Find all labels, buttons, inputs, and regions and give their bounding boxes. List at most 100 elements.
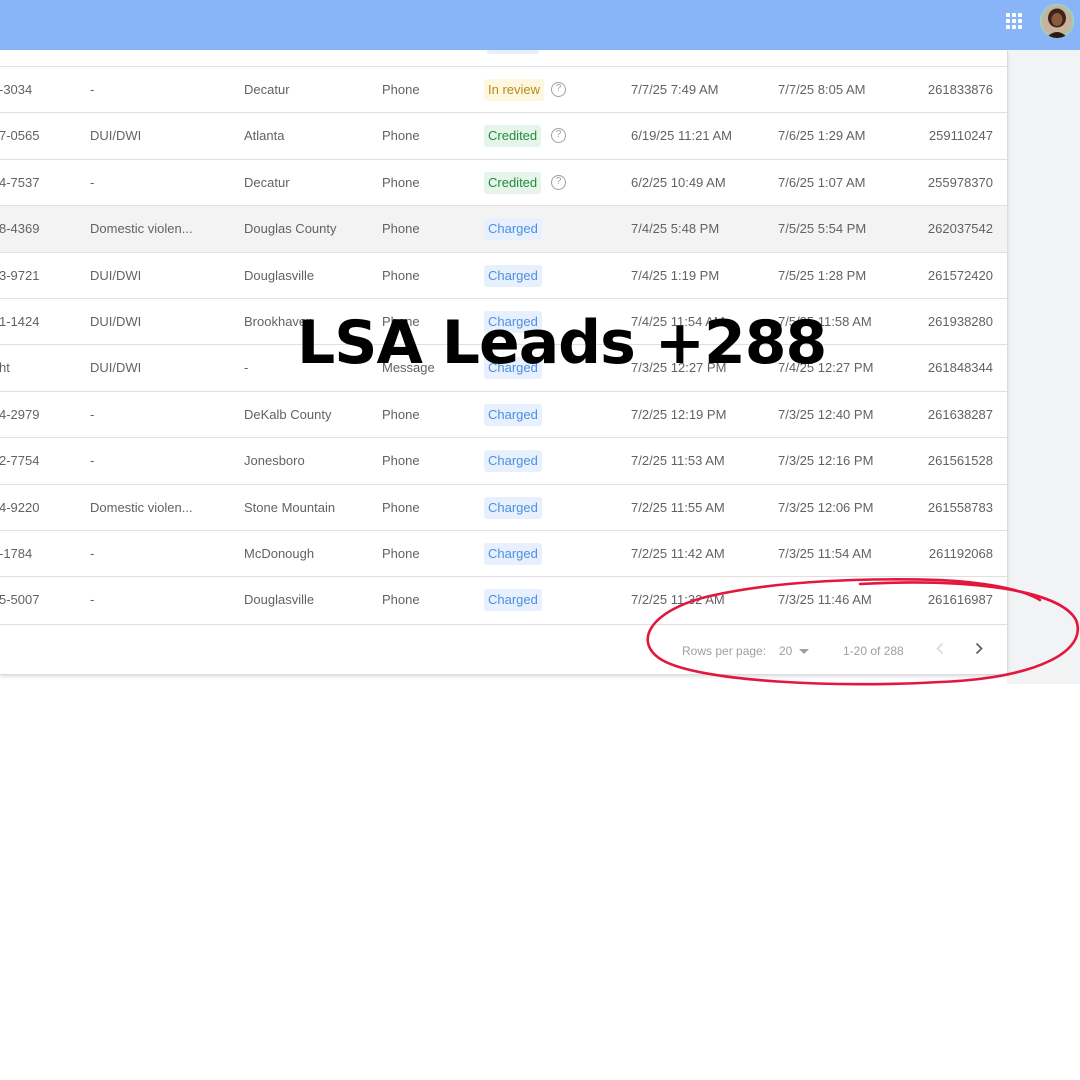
status-cell: In review xyxy=(484,67,545,113)
table-row[interactable]: 4-2979 - DeKalb County Phone Charged 7/2/25 1… xyxy=(0,390,1007,438)
lead-id: 262037542 xyxy=(927,221,993,237)
rows-per-page-label: Rows per page: xyxy=(682,644,767,658)
lead-id: 261833876 xyxy=(927,82,993,97)
lead-phone: 1-1424 xyxy=(0,313,40,329)
lead-phone: 2-7754 xyxy=(0,453,40,469)
table-row[interactable]: 7-0565 DUI/DWI Atlanta Phone Credited? 6/19/2… xyxy=(0,112,1007,158)
lead-contact-type: Phone xyxy=(382,406,420,422)
status-cell: Charged xyxy=(484,206,542,252)
lead-updated-time: 7/6/25 1:29 AM xyxy=(778,128,866,144)
status-badge: Charged xyxy=(484,403,542,426)
lead-updated-time: 7/3/25 11:46 AM xyxy=(778,592,872,608)
status-badge: Charged xyxy=(484,264,542,287)
lead-contact-type: Phone xyxy=(382,128,420,144)
lead-phone: -3034 xyxy=(0,82,33,97)
lead-type: - xyxy=(90,453,95,469)
lead-updated-time: 7/3/25 11:54 AM xyxy=(778,545,872,561)
lead-received-time: 7/2/25 11:42 AM xyxy=(631,545,725,561)
lead-contact-type: Phone xyxy=(382,82,420,97)
status-header-chip-edge xyxy=(487,50,539,54)
lead-updated-time: 7/7/25 8:05 AM xyxy=(778,82,866,97)
lead-location: - xyxy=(244,360,249,376)
table-row[interactable]: 8-4369 Domestic violen... Douglas County Ph… xyxy=(0,205,1007,252)
help-circle-icon[interactable]: ? xyxy=(551,174,566,190)
rows-per-page-select[interactable]: 20 xyxy=(779,644,792,658)
lead-location: Decatur xyxy=(244,174,290,190)
pagination-bar: Rows per page: 20 1-20 of 288 xyxy=(0,624,1007,674)
lead-location: Stone Mountain xyxy=(244,499,336,515)
lead-location: Decatur xyxy=(244,82,290,97)
lead-contact-type: Phone xyxy=(382,499,420,515)
status-cell: Credited xyxy=(484,160,542,206)
status-cell: Credited xyxy=(484,113,542,159)
status-cell: Charged xyxy=(484,392,542,438)
pagination-range: 1-20 of 288 xyxy=(843,644,904,658)
table-row[interactable]: 5-5007 - Douglasville Phone Charged 7/2/25 11… xyxy=(0,576,1007,622)
lead-type: - xyxy=(90,174,95,190)
table-row[interactable]: 4-7537 - Decatur Phone Credited? 6/2/25 10:49… xyxy=(0,158,1007,206)
table-row[interactable]: 2-7754 - Jonesboro Phone Charged 7/2/25 11:53… xyxy=(0,437,1007,483)
status-badge: Credited xyxy=(484,125,542,148)
lead-phone: 5-5007 xyxy=(0,592,40,608)
table-row[interactable]: 3-9721 DUI/DWI Douglasville Phone Charged 7/4… xyxy=(0,251,1007,299)
status-badge: Charged xyxy=(484,542,542,565)
lead-updated-time: 7/5/25 1:28 PM xyxy=(778,267,867,283)
lead-type: Domestic violen... xyxy=(90,221,193,237)
lead-updated-time: 7/6/25 1:07 AM xyxy=(778,174,866,190)
status-cell: Charged xyxy=(484,577,542,623)
apps-grid-icon[interactable] xyxy=(1006,13,1024,31)
chevron-left-icon[interactable] xyxy=(928,637,952,661)
help-circle-icon[interactable]: ? xyxy=(551,82,566,97)
lead-phone: 4-2979 xyxy=(0,406,40,422)
lead-location: Douglasville xyxy=(244,592,315,608)
lead-received-time: 7/2/25 11:32 AM xyxy=(631,592,725,608)
status-badge: Credited xyxy=(484,171,542,194)
lead-phone: 3-9721 xyxy=(0,267,40,283)
lead-type: - xyxy=(90,406,95,422)
lead-received-time: 7/2/25 12:19 PM xyxy=(631,406,727,422)
lead-location: Douglas County xyxy=(244,221,337,237)
lead-updated-time: 7/3/25 12:40 PM xyxy=(778,406,874,422)
lead-type: DUI/DWI xyxy=(90,267,142,283)
lead-location: Jonesboro xyxy=(244,453,305,469)
lead-type: DUI/DWI xyxy=(90,128,142,144)
lead-type: - xyxy=(90,545,95,561)
lead-id: 261561528 xyxy=(927,453,993,469)
lead-id: 261638287 xyxy=(927,406,993,422)
lead-id: 259110247 xyxy=(928,128,993,144)
lead-phone: -1784 xyxy=(0,545,33,561)
lead-updated-time: 7/3/25 12:06 PM xyxy=(778,499,874,515)
chevron-right-icon[interactable] xyxy=(967,637,991,661)
lead-received-time: 7/2/25 11:53 AM xyxy=(631,453,725,469)
table-row[interactable]: -3034 - Decatur Phone In review? 7/7/25 7:49 … xyxy=(0,66,1007,112)
lead-location: DeKalb County xyxy=(244,406,332,422)
overlay-caption: LSA Leads +288 xyxy=(297,308,827,378)
account-avatar[interactable] xyxy=(1040,4,1074,38)
table-row[interactable]: 4-9220 Domestic violen... Stone Mountain Ph… xyxy=(0,483,1007,531)
lead-contact-type: Phone xyxy=(382,545,420,561)
lead-id: 261848344 xyxy=(927,360,993,376)
top-app-bar xyxy=(0,0,1080,50)
lead-phone: ht xyxy=(0,360,10,376)
lead-contact-type: Phone xyxy=(382,453,420,469)
status-badge: Charged xyxy=(484,218,542,241)
help-cell: ? xyxy=(551,67,566,113)
lead-id: 261192068 xyxy=(928,545,993,561)
lead-type: - xyxy=(90,592,95,608)
lead-phone: 8-4369 xyxy=(0,221,40,237)
table-row[interactable]: -1784 - McDonough Phone Charged 7/2/25 11:42 … xyxy=(0,529,1007,577)
dropdown-caret-icon[interactable] xyxy=(799,649,809,654)
lead-type: Domestic violen... xyxy=(90,499,193,515)
lead-received-time: 7/2/25 11:55 AM xyxy=(631,499,725,515)
lead-contact-type: Phone xyxy=(382,267,420,283)
status-cell: Charged xyxy=(484,253,542,299)
lead-contact-type: Phone xyxy=(382,592,420,608)
lead-type: DUI/DWI xyxy=(90,360,142,376)
lead-received-time: 6/2/25 10:49 AM xyxy=(631,174,726,190)
lead-location: Atlanta xyxy=(244,128,285,144)
status-badge: Charged xyxy=(484,496,542,519)
lead-id: 255978370 xyxy=(927,174,993,190)
help-circle-icon[interactable]: ? xyxy=(551,128,566,144)
status-cell: Charged xyxy=(484,485,542,531)
status-cell: Charged xyxy=(484,531,542,577)
